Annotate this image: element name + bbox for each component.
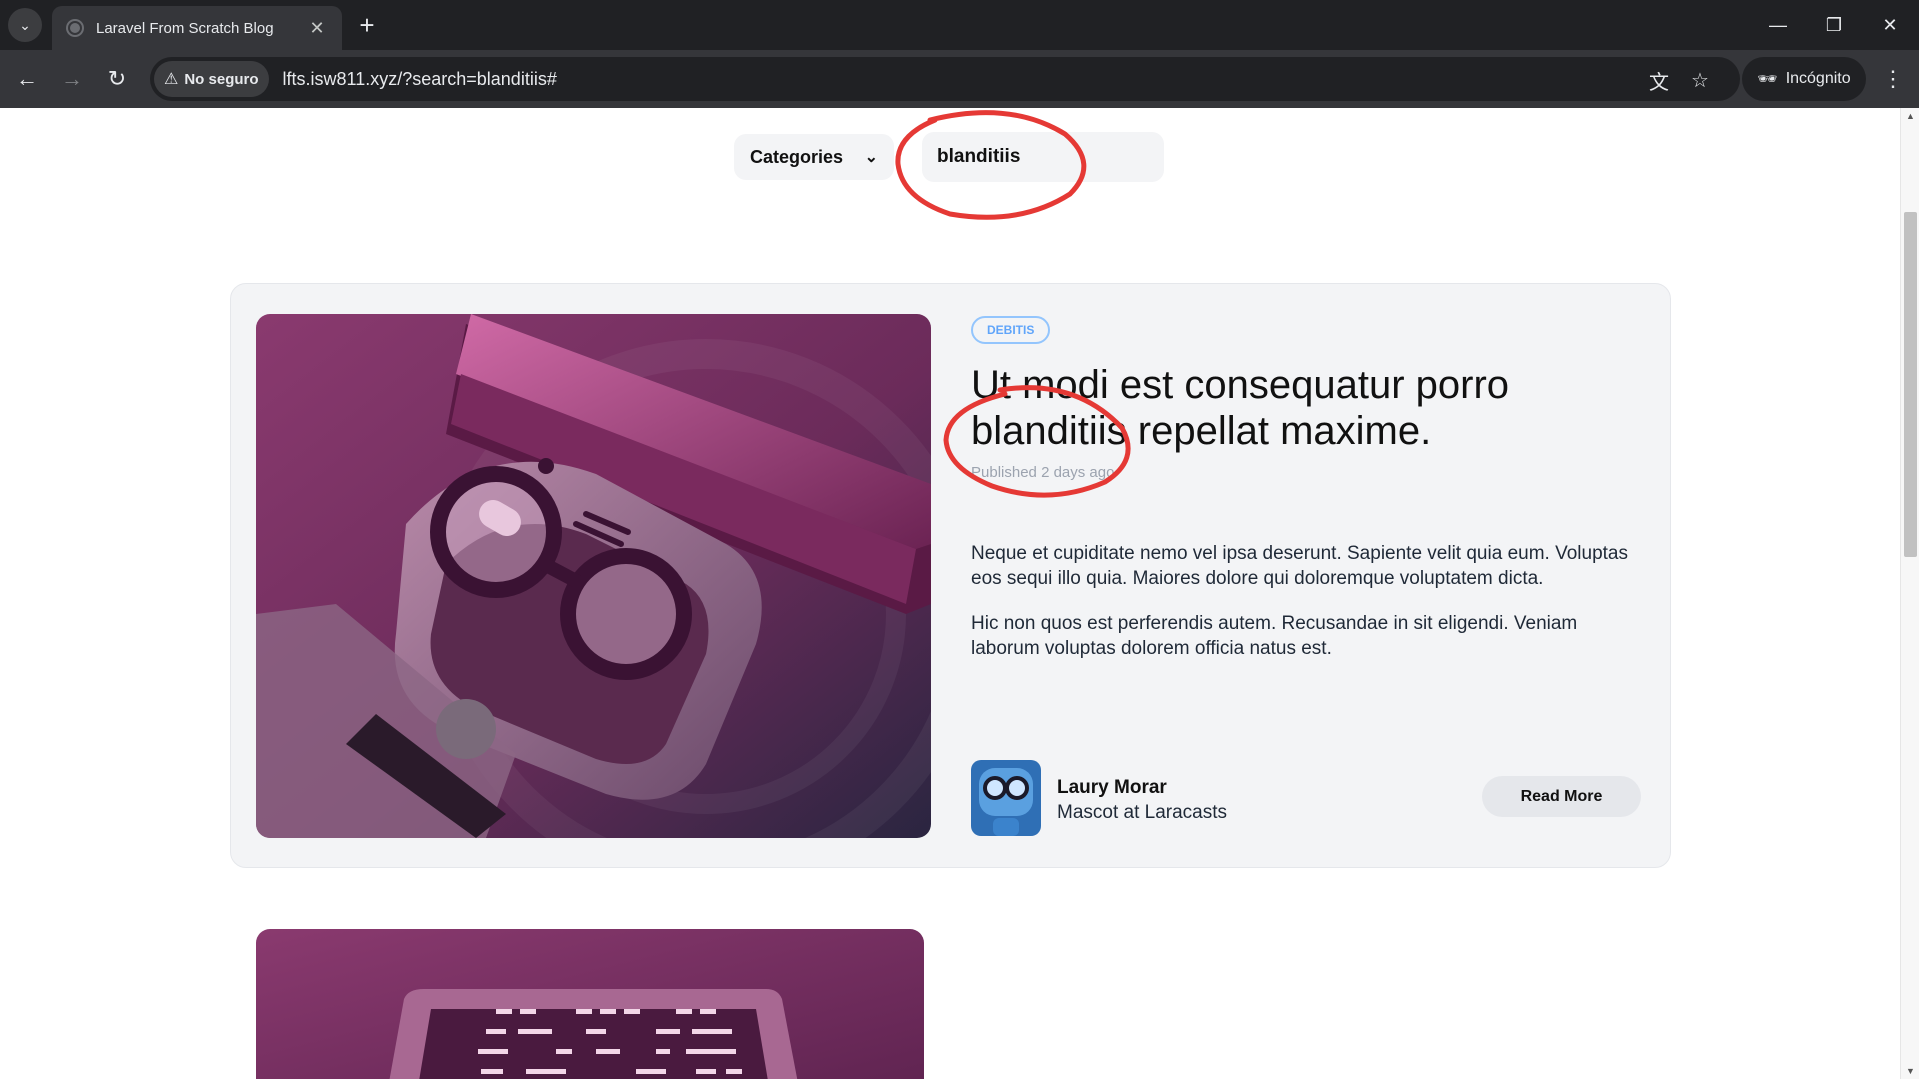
- incognito-indicator[interactable]: 🕶 Incógnito: [1742, 57, 1866, 101]
- post-thumbnail[interactable]: [256, 929, 924, 1079]
- read-more-button[interactable]: Read More: [1482, 776, 1641, 817]
- post-excerpt: Neque et cupiditate nemo vel ipsa deseru…: [971, 541, 1641, 661]
- translate-button[interactable]: 文: [1644, 65, 1674, 95]
- restore-button[interactable]: ❐: [1806, 0, 1862, 50]
- mascot-illustration: [256, 314, 931, 838]
- post-footer: Laury Morar Mascot at Laracasts Read Mor…: [971, 760, 1641, 838]
- globe-icon: [66, 19, 84, 37]
- minimize-icon: —: [1769, 14, 1787, 35]
- search-input[interactable]: [937, 146, 1149, 168]
- browser-tab[interactable]: Laravel From Scratch Blog ✕: [52, 6, 342, 50]
- author-role: Mascot at Laracasts: [1057, 802, 1228, 823]
- search-form: [922, 132, 1164, 182]
- post-content: DEBITIS Ut modi est consequatur porro bl…: [971, 314, 1641, 838]
- incognito-icon: 🕶: [1757, 71, 1778, 88]
- chevron-down-icon: ⌄: [864, 149, 878, 166]
- excerpt-paragraph: Hic non quos est perferendis autem. Recu…: [971, 613, 1578, 659]
- close-tab-icon[interactable]: ✕: [306, 17, 328, 39]
- categories-label: Categories: [750, 146, 844, 167]
- url-text[interactable]: lfts.isw811.xyz/?search=blanditiis#: [283, 69, 557, 90]
- minimize-button[interactable]: —: [1750, 0, 1806, 50]
- arrow-left-icon: ←: [16, 66, 38, 91]
- kebab-menu-icon: ⋮: [1882, 66, 1904, 91]
- browser-toolbar: ← → ↻ ⚠ No seguro lfts.isw811.xyz/?searc…: [0, 50, 1919, 108]
- close-icon: ✕: [1882, 14, 1898, 35]
- tab-search-button[interactable]: ⌄: [8, 8, 42, 42]
- published-date: Published 2 days ago: [971, 464, 1641, 481]
- address-bar[interactable]: ⚠ No seguro lfts.isw811.xyz/?search=blan…: [150, 57, 1740, 101]
- scroll-up-icon[interactable]: ▲: [1901, 108, 1919, 124]
- browser-menu-button[interactable]: ⋮: [1876, 62, 1910, 96]
- author-name[interactable]: Laury Morar: [1057, 777, 1167, 799]
- incognito-label: Incógnito: [1785, 70, 1851, 87]
- avatar: [971, 760, 1041, 836]
- back-button[interactable]: ←: [10, 62, 44, 96]
- restore-icon: ❐: [1825, 14, 1843, 35]
- featured-post-card: DEBITIS Ut modi est consequatur porro bl…: [230, 283, 1671, 868]
- tab-title: Laravel From Scratch Blog: [96, 19, 274, 37]
- close-window-button[interactable]: ✕: [1862, 0, 1918, 50]
- chevron-down-icon: ⌄: [19, 16, 31, 33]
- post-title[interactable]: Ut modi est consequatur porro blanditiis…: [971, 362, 1641, 454]
- translate-icon: 文: [1649, 71, 1669, 94]
- security-label: No seguro: [184, 70, 259, 88]
- browser-tab-bar: ⌄ Laravel From Scratch Blog ✕ + — ❐ ✕: [0, 0, 1919, 50]
- page-viewport: Categories ⌄ blanditiis DEBITIS Ut modi …: [0, 108, 1919, 1079]
- scroll-down-icon[interactable]: ▼: [1901, 1063, 1919, 1079]
- laptop-illustration: [256, 929, 924, 1079]
- post-thumbnail[interactable]: [256, 314, 931, 838]
- plus-icon: +: [359, 9, 375, 40]
- warning-icon: ⚠: [164, 71, 179, 88]
- new-tab-button[interactable]: +: [352, 10, 382, 40]
- bookmark-button[interactable]: ☆: [1685, 65, 1715, 95]
- scrollbar-thumb[interactable]: [1904, 212, 1917, 557]
- arrow-right-icon: →: [61, 66, 83, 91]
- robot-avatar-icon: [971, 760, 1041, 836]
- excerpt-paragraph: Neque et cupiditate nemo vel ipsa deseru…: [971, 543, 1628, 589]
- categories-dropdown[interactable]: Categories ⌄: [734, 134, 894, 180]
- published-time: 2 days ago: [1041, 464, 1115, 481]
- page-scrollbar[interactable]: ▲ ▼: [1900, 108, 1919, 1079]
- reload-button[interactable]: ↻: [100, 62, 134, 96]
- published-prefix: Published: [971, 464, 1037, 481]
- reload-icon: ↻: [107, 66, 127, 91]
- security-indicator[interactable]: ⚠ No seguro: [154, 61, 269, 97]
- category-badge[interactable]: DEBITIS: [971, 316, 1051, 344]
- star-icon: ☆: [1691, 69, 1709, 92]
- forward-button[interactable]: →: [55, 62, 89, 96]
- post-filters: Categories ⌄: [734, 132, 1164, 182]
